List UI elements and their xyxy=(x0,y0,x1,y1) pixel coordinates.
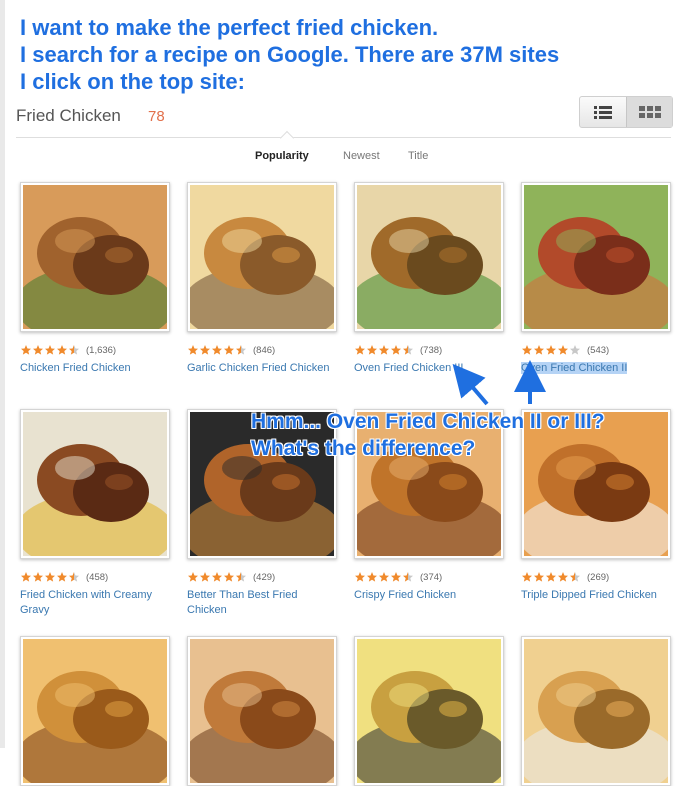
annotation-arrows xyxy=(452,360,546,407)
annotation-question: Hmm... Oven Fried Chicken II or III? Wha… xyxy=(251,408,605,462)
annotation-line: Hmm... Oven Fried Chicken II or III? xyxy=(251,410,605,433)
annotation-line: What's the difference? xyxy=(251,437,476,460)
